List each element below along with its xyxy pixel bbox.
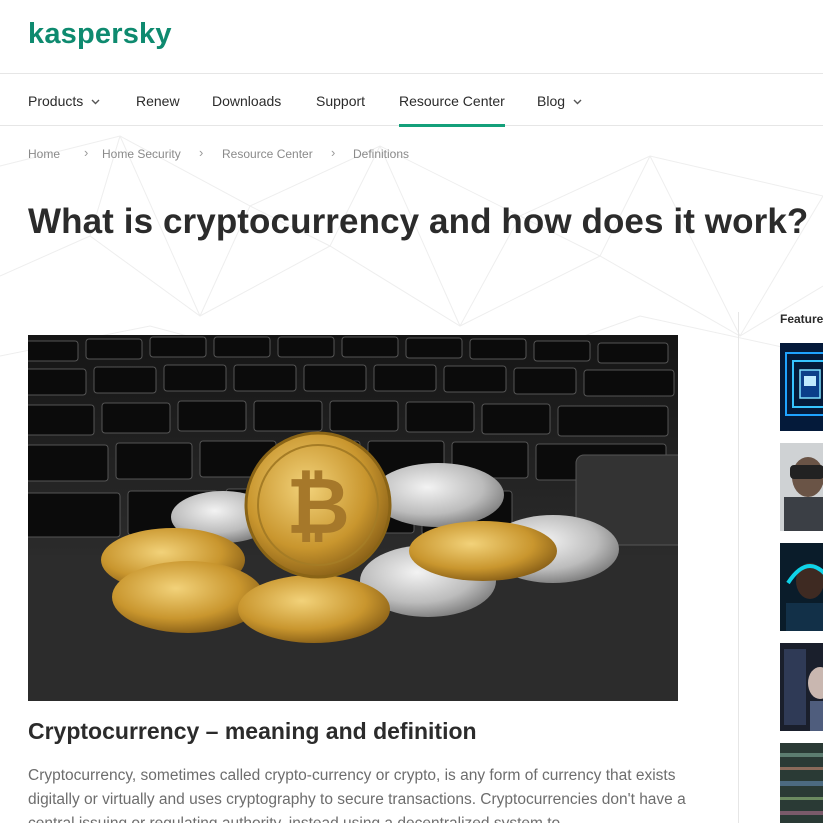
nav-item-label: Resource Center <box>399 92 505 109</box>
breadcrumb-definitions: Definitions <box>353 147 410 161</box>
nav-item-downloads[interactable]: Downloads <box>212 75 281 126</box>
breadcrumb-home[interactable]: Home <box>28 147 60 161</box>
breadcrumb-separator: › <box>199 145 204 160</box>
nav-item-resource-center[interactable]: Resource Center <box>399 75 505 127</box>
breadcrumb-home-security[interactable]: Home Security <box>102 147 181 161</box>
section-title: Cryptocurrency – meaning and definition <box>28 718 477 744</box>
nav-item-label: Blog <box>537 92 566 109</box>
nav-item-blog[interactable]: Blog <box>537 75 582 126</box>
page: kaspersky Products Renew Downloads Suppo… <box>0 0 823 823</box>
nav-item-products[interactable]: Products <box>28 75 100 126</box>
nav-item-label: Products <box>28 92 84 109</box>
nav-item-support[interactable]: Support <box>316 75 365 126</box>
svg-text:₿: ₿ <box>286 462 350 552</box>
kaspersky-logo[interactable]: kaspersky <box>28 18 172 51</box>
breadcrumb-resource-center[interactable]: Resource Center <box>222 147 313 161</box>
chevron-down-icon <box>91 97 100 107</box>
header: kaspersky <box>0 0 823 74</box>
background-pattern <box>0 135 823 366</box>
main-nav: Products Renew Downloads Support Resourc… <box>0 75 823 127</box>
mobile-user-thumbnail[interactable] <box>780 643 823 731</box>
vr-headset-thumbnail[interactable] <box>780 443 823 531</box>
nav-item-label: Downloads <box>212 92 282 109</box>
nav-item-label: Support <box>316 92 366 109</box>
nav-item-label: Renew <box>136 92 180 109</box>
gamer-thumbnail[interactable] <box>780 543 823 631</box>
sidebar-divider <box>738 312 739 823</box>
article-body: Cryptocurrency, sometimes called crypto-… <box>28 767 686 823</box>
nav-item-renew[interactable]: Renew <box>136 75 180 126</box>
featured-label: Featured <box>780 312 823 326</box>
chevron-down-icon <box>573 97 582 107</box>
cyber-lock-thumbnail[interactable] <box>780 343 823 431</box>
hero-image: ₿ <box>28 335 678 701</box>
breadcrumb-separator: › <box>84 145 89 160</box>
breadcrumb-separator: › <box>331 145 336 160</box>
page-title: What is cryptocurrency and how does it w… <box>28 202 809 241</box>
glitch-screen-thumbnail[interactable] <box>780 743 823 823</box>
